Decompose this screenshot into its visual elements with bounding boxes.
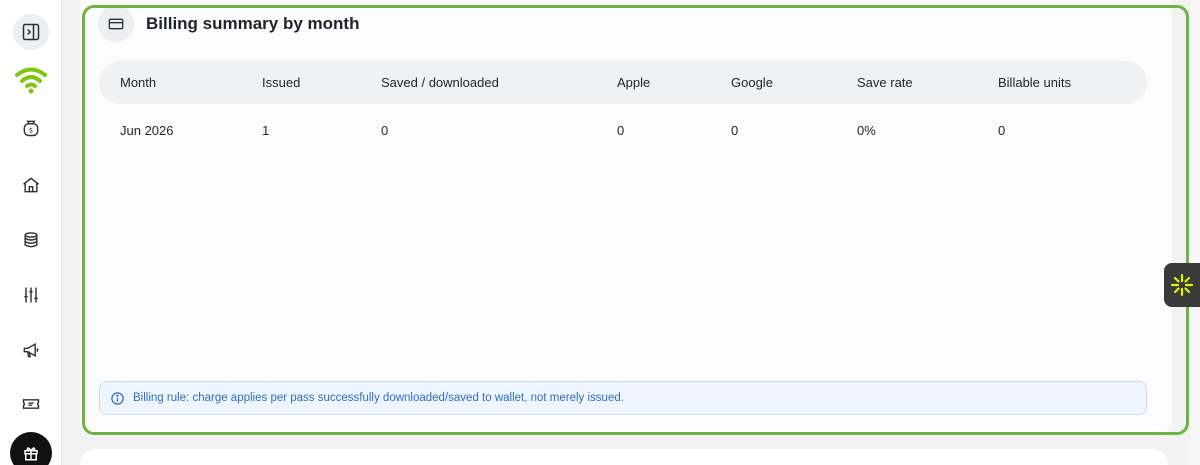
sidebar: $ [0,0,62,465]
credit-card-icon [108,18,124,30]
column-header-save-rate: Save rate [857,75,913,90]
home-icon [23,177,39,193]
sliders-icon [24,287,38,303]
assistant-widget-button[interactable] [1164,263,1200,307]
billing-rule-notice: Billing rule: charge applies per pass su… [99,381,1147,415]
sidebar-item-campaigns[interactable] [13,332,49,368]
sidebar-item-passes[interactable] [13,386,49,422]
cell-google: 0 [731,123,739,138]
cell-billable-units: 0 [998,123,1006,138]
column-header-apple: Apple [617,75,651,90]
column-header-saved: Saved / downloaded [381,75,499,90]
sidebar-item-rewards[interactable] [10,432,52,465]
wifi-logo-icon [15,67,47,94]
cell-apple: 0 [617,123,625,138]
svg-text:$: $ [29,127,33,135]
panel-toggle-button[interactable] [13,14,49,50]
sidebar-item-settings[interactable] [13,277,49,313]
cell-saved: 0 [381,123,389,138]
column-header-month: Month [120,75,157,90]
ticket-icon [22,399,40,409]
cell-save-rate: 0% [857,123,876,138]
column-header-google: Google [731,75,773,90]
next-section-card [80,449,1168,465]
money-bag-icon: $ [23,120,39,137]
sidebar-item-database[interactable] [13,222,49,258]
cell-month: Jun 2026 [120,123,174,138]
column-header-billable-units: Billable units [998,75,1071,90]
database-icon [24,232,38,248]
card-header-icon-badge [98,6,134,42]
brand-logo[interactable] [13,62,49,98]
info-circle-icon [111,391,124,405]
notice-text: Billing rule: charge applies per pass su… [133,392,624,404]
sidebar-item-billing[interactable]: $ [13,110,49,146]
megaphone-icon [23,342,39,358]
gift-icon [24,447,38,461]
sparkle-icon [1170,273,1194,297]
sidebar-item-home[interactable] [13,167,49,203]
scrollbar-track[interactable] [1190,0,1200,465]
card-title: Billing summary by month [146,14,360,33]
panel-toggle-icon [22,23,40,41]
column-header-issued: Issued [262,75,301,90]
cell-issued: 1 [262,123,270,138]
